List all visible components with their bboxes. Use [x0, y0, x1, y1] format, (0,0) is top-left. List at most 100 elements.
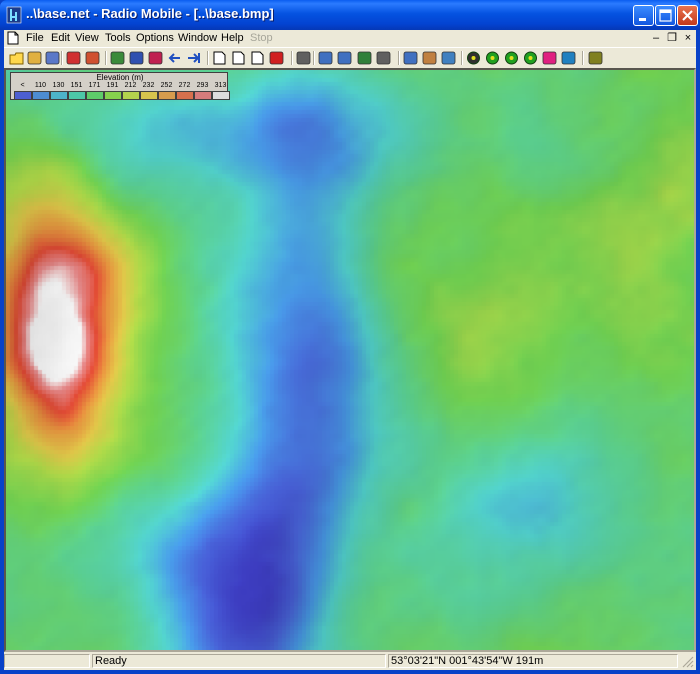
- forward-button[interactable]: [185, 50, 202, 66]
- page-icon: [213, 51, 226, 65]
- menu-tools[interactable]: Tools: [105, 32, 131, 44]
- menu-edit[interactable]: Edit: [51, 32, 70, 44]
- legend-color-swatch: [32, 91, 50, 100]
- radio-link-button[interactable]: [484, 50, 501, 66]
- polar-coverage-button[interactable]: [522, 50, 539, 66]
- export-icon: [588, 51, 603, 65]
- elevation-map[interactable]: [6, 70, 694, 650]
- network-properties-button[interactable]: [65, 50, 82, 66]
- legend-color-swatch: [14, 91, 32, 100]
- maximize-button[interactable]: [655, 5, 676, 26]
- back-icon: [168, 53, 180, 63]
- cartesian-icon: [542, 51, 557, 65]
- toolbar-separator: [105, 51, 107, 65]
- menu-view[interactable]: View: [75, 32, 99, 44]
- visual-icon: [561, 51, 576, 65]
- legend-color-swatch: [68, 91, 86, 100]
- person-icon: [422, 51, 437, 65]
- legend-color-swatch: [122, 91, 140, 100]
- legend-color-swatch: [50, 91, 68, 100]
- picture-icon: [148, 51, 163, 65]
- map-properties-button[interactable]: [128, 50, 145, 66]
- pdf-button[interactable]: [268, 50, 285, 66]
- page-link-button[interactable]: [230, 50, 247, 66]
- open-icon: [27, 51, 42, 65]
- menu-stop: Stop: [250, 32, 273, 44]
- page-2-button[interactable]: [249, 50, 266, 66]
- minimize-icon: [639, 18, 646, 21]
- zoom-fit-icon: [441, 51, 456, 65]
- legend-tick-label: 191: [106, 82, 119, 89]
- toolbar-separator: [291, 51, 293, 65]
- visual-button[interactable]: [560, 50, 577, 66]
- copy-button[interactable]: [317, 50, 334, 66]
- resize-grip-icon[interactable]: [682, 656, 694, 668]
- toolbar-separator: [207, 51, 209, 65]
- legend-tick-label: 293: [196, 82, 209, 89]
- zoom-fit-button[interactable]: [440, 50, 457, 66]
- text-icon: [467, 51, 480, 65]
- minimize-button[interactable]: [633, 5, 654, 26]
- legend-tick-label: 252: [160, 82, 173, 89]
- text-button[interactable]: [465, 50, 482, 66]
- save-icon: [45, 51, 60, 65]
- child-minimize-button[interactable]: –: [649, 31, 663, 45]
- legend-tick-label: 171: [88, 82, 101, 89]
- maximize-icon: [659, 9, 672, 22]
- back-button[interactable]: [166, 50, 183, 66]
- legend-tick-label: 232: [142, 82, 155, 89]
- paste-button[interactable]: [336, 50, 353, 66]
- client-area: File Edit View Tools Options Window Help…: [4, 30, 696, 670]
- elevation-legend: Elevation (m) <110 130 151 171 191 212 232 252 2…: [10, 72, 230, 100]
- unit-properties-icon: [85, 51, 100, 65]
- print-button[interactable]: [295, 50, 312, 66]
- menu-window[interactable]: Window: [178, 32, 217, 44]
- export-button[interactable]: [587, 50, 604, 66]
- close-button[interactable]: [677, 5, 698, 26]
- legend-color-swatch: [86, 91, 104, 100]
- legend-color-swatch: [176, 91, 194, 100]
- legend-title: Elevation (m): [96, 73, 144, 82]
- legend-tick-label: 110: [34, 82, 47, 89]
- child-close-button[interactable]: ×: [681, 31, 695, 45]
- child-restore-button[interactable]: ❐: [665, 31, 679, 45]
- fit-button[interactable]: [375, 50, 392, 66]
- merge-button[interactable]: [356, 50, 373, 66]
- page-2-icon: [251, 51, 264, 65]
- toolbar-separator: [461, 51, 463, 65]
- menu-file[interactable]: File: [26, 32, 44, 44]
- radio-link-icon: [486, 51, 499, 65]
- new-button[interactable]: [8, 50, 25, 66]
- menu-bar: File Edit View Tools Options Window Help…: [4, 30, 696, 47]
- legend-color-swatch: [194, 91, 212, 100]
- radio-coverage-button[interactable]: [503, 50, 520, 66]
- cartesian-button[interactable]: [541, 50, 558, 66]
- person-button[interactable]: [421, 50, 438, 66]
- open-button[interactable]: [26, 50, 43, 66]
- globe-button[interactable]: [109, 50, 126, 66]
- app-window: ..\base.net - Radio Mobile - [..\base.bm…: [0, 0, 700, 674]
- pdf-icon: [269, 51, 284, 65]
- menu-help[interactable]: Help: [221, 32, 244, 44]
- legend-color-swatch: [212, 91, 230, 100]
- page-button[interactable]: [211, 50, 228, 66]
- forward-icon: [188, 53, 200, 63]
- status-text: Ready: [92, 654, 386, 668]
- close-icon: [682, 10, 693, 21]
- legend-tick-label: 313: [214, 82, 227, 89]
- menu-options[interactable]: Options: [136, 32, 174, 44]
- radio-mobile-app-icon[interactable]: [6, 6, 22, 24]
- legend-tick-label: 130: [52, 82, 65, 89]
- rectangle-button[interactable]: [402, 50, 419, 66]
- title-bar[interactable]: ..\base.net - Radio Mobile - [..\base.bm…: [0, 0, 700, 30]
- unit-properties-button[interactable]: [84, 50, 101, 66]
- radio-coverage-icon: [505, 51, 518, 65]
- save-button[interactable]: [44, 50, 61, 66]
- map-view[interactable]: Elevation (m) <110 130 151 171 191 212 232 252 2…: [4, 68, 696, 652]
- document-icon[interactable]: [6, 31, 20, 45]
- toolbar-separator: [61, 51, 63, 65]
- toolbar-separator: [398, 51, 400, 65]
- picture-button[interactable]: [147, 50, 164, 66]
- legend-color-swatch: [104, 91, 122, 100]
- polar-coverage-icon: [524, 51, 537, 65]
